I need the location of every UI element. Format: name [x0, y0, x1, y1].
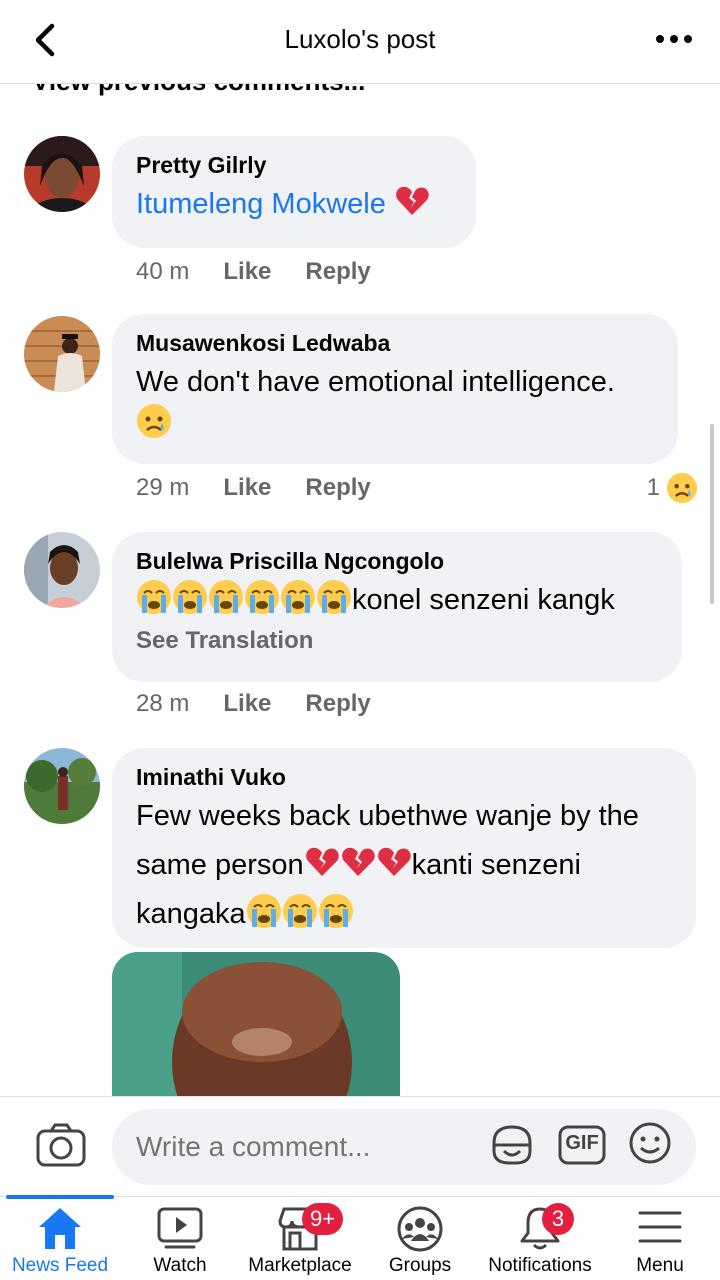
comment-text-part: kangaka: [136, 898, 246, 930]
crying-emoji-icon: [209, 580, 243, 614]
comment-author[interactable]: Pretty Gilrly: [136, 150, 452, 180]
comment-text: Itumeleng Mokwele: [136, 180, 452, 229]
comment-timestamp: 40 m: [136, 258, 190, 285]
comment-timestamp: 28 m: [136, 690, 190, 717]
broken-heart-icon: [341, 847, 375, 876]
like-button[interactable]: Like: [223, 474, 271, 502]
tab-label: Marketplace: [248, 1255, 352, 1276]
crying-emoji-icon: [318, 894, 353, 928]
top-bar: Luxolo's post: [0, 0, 720, 84]
sticker-button[interactable]: [490, 1123, 534, 1167]
tab-watch[interactable]: Watch: [120, 1197, 240, 1280]
comment-input[interactable]: [112, 1109, 696, 1185]
tab-marketplace[interactable]: 9+ Marketplace: [240, 1197, 360, 1280]
camera-button[interactable]: [36, 1123, 86, 1167]
comment-timestamp: 29 m: [136, 474, 190, 501]
groups-icon: [397, 1206, 443, 1252]
bottom-navigation: News Feed Watch 9+ Marketplace Groups 3 …: [0, 1195, 720, 1280]
tab-label: Groups: [388, 1255, 452, 1276]
avatar[interactable]: [24, 748, 100, 824]
tab-menu[interactable]: Menu: [600, 1197, 720, 1280]
comment-author[interactable]: Bulelwa Priscilla Ngcongolo: [136, 546, 658, 576]
like-button[interactable]: Like: [223, 258, 271, 286]
camera-icon: [36, 1123, 86, 1167]
comment-bubble: Pretty Gilrly Itumeleng Mokwele: [112, 136, 476, 248]
notification-badge: 9+: [302, 1203, 344, 1235]
sticker-icon: [492, 1125, 532, 1165]
crying-emoji-icon: [173, 580, 207, 614]
comment-text: We don't have emotional intelligence.: [136, 366, 615, 398]
avatar[interactable]: [24, 316, 100, 392]
view-previous-comments-link[interactable]: View previous comments...: [32, 84, 365, 97]
comment-composer: GIF: [0, 1096, 720, 1196]
comment-text-line: Few weeks back ubethwe wanje by the: [136, 800, 639, 832]
comment-author[interactable]: Iminathi Vuko: [136, 762, 672, 792]
reply-button[interactable]: Reply: [305, 258, 370, 286]
comment-photo[interactable]: [112, 952, 400, 1096]
comment-text-part: kanti senzeni: [411, 849, 581, 881]
see-translation-link[interactable]: See Translation: [136, 627, 658, 655]
more-options-button[interactable]: [654, 24, 694, 54]
screen: Luxolo's post View previous comments... …: [0, 0, 720, 1280]
crying-emoji-icon: [281, 580, 315, 614]
home-icon: [39, 1208, 81, 1249]
tab-label: Watch: [153, 1255, 207, 1276]
page-title: Luxolo's post: [284, 24, 436, 54]
comment-actions: 40 m Like Reply: [136, 258, 371, 286]
notification-badge: 3: [542, 1203, 574, 1235]
scrollbar[interactable]: [710, 424, 714, 604]
more-icon: [656, 35, 692, 43]
comment-text: konel senzeni kangk: [136, 576, 658, 625]
comment-bubble: Iminathi Vuko Few weeks back ubethwe wan…: [112, 748, 696, 948]
like-button[interactable]: Like: [223, 690, 271, 718]
broken-heart-icon: [396, 186, 429, 215]
smiley-icon: [629, 1122, 671, 1164]
avatar[interactable]: [24, 532, 100, 608]
tab-groups[interactable]: Groups: [360, 1197, 480, 1280]
comment-actions: 29 m Like Reply: [136, 474, 371, 502]
disappointed-relieved-emoji-icon: [137, 404, 171, 438]
tab-label: News Feed: [11, 1255, 109, 1276]
crying-emoji-icon: [245, 580, 279, 614]
comments-feed: View previous comments... Pretty Gilrly …: [0, 84, 720, 1096]
comment-author[interactable]: Musawenkosi Ledwaba: [136, 328, 654, 358]
emoji-button[interactable]: [628, 1121, 672, 1165]
reaction-summary[interactable]: 1: [647, 472, 698, 504]
sad-reaction-icon: [666, 472, 698, 504]
mention-link[interactable]: Itumeleng Mokwele: [136, 188, 386, 220]
comment-text-line: kangaka: [136, 890, 672, 939]
crying-emoji-icon: [137, 580, 171, 614]
broken-heart-icon: [305, 847, 339, 876]
tab-label: Notifications: [488, 1255, 592, 1276]
active-tab-indicator: [6, 1195, 114, 1199]
comment-text-line: same person kanti senzeni: [136, 841, 672, 890]
comment-bubble: Musawenkosi Ledwaba We don't have emotio…: [112, 314, 678, 464]
crying-emoji-icon: [246, 894, 281, 928]
avatar[interactable]: [24, 136, 100, 212]
tab-label: Menu: [636, 1255, 684, 1276]
crying-emoji-icon: [317, 580, 351, 614]
reply-button[interactable]: Reply: [305, 474, 370, 502]
tab-news-feed[interactable]: News Feed: [0, 1195, 120, 1280]
broken-heart-icon: [377, 847, 411, 876]
watch-icon: [157, 1207, 203, 1249]
menu-icon: [638, 1211, 682, 1243]
tab-notifications[interactable]: 3 Notifications: [480, 1197, 600, 1280]
comment-text-part: same person: [136, 849, 304, 881]
gif-button[interactable]: GIF: [558, 1123, 606, 1167]
reply-button[interactable]: Reply: [305, 690, 370, 718]
comment-bubble: Bulelwa Priscilla Ngcongolo konel senzen…: [112, 532, 682, 682]
comment-text-content: konel senzeni kangk: [352, 584, 615, 616]
reaction-count: 1: [646, 474, 660, 501]
gif-label: GIF: [565, 1132, 599, 1154]
crying-emoji-icon: [282, 894, 317, 928]
comment-actions: 28 m Like Reply: [136, 690, 371, 718]
